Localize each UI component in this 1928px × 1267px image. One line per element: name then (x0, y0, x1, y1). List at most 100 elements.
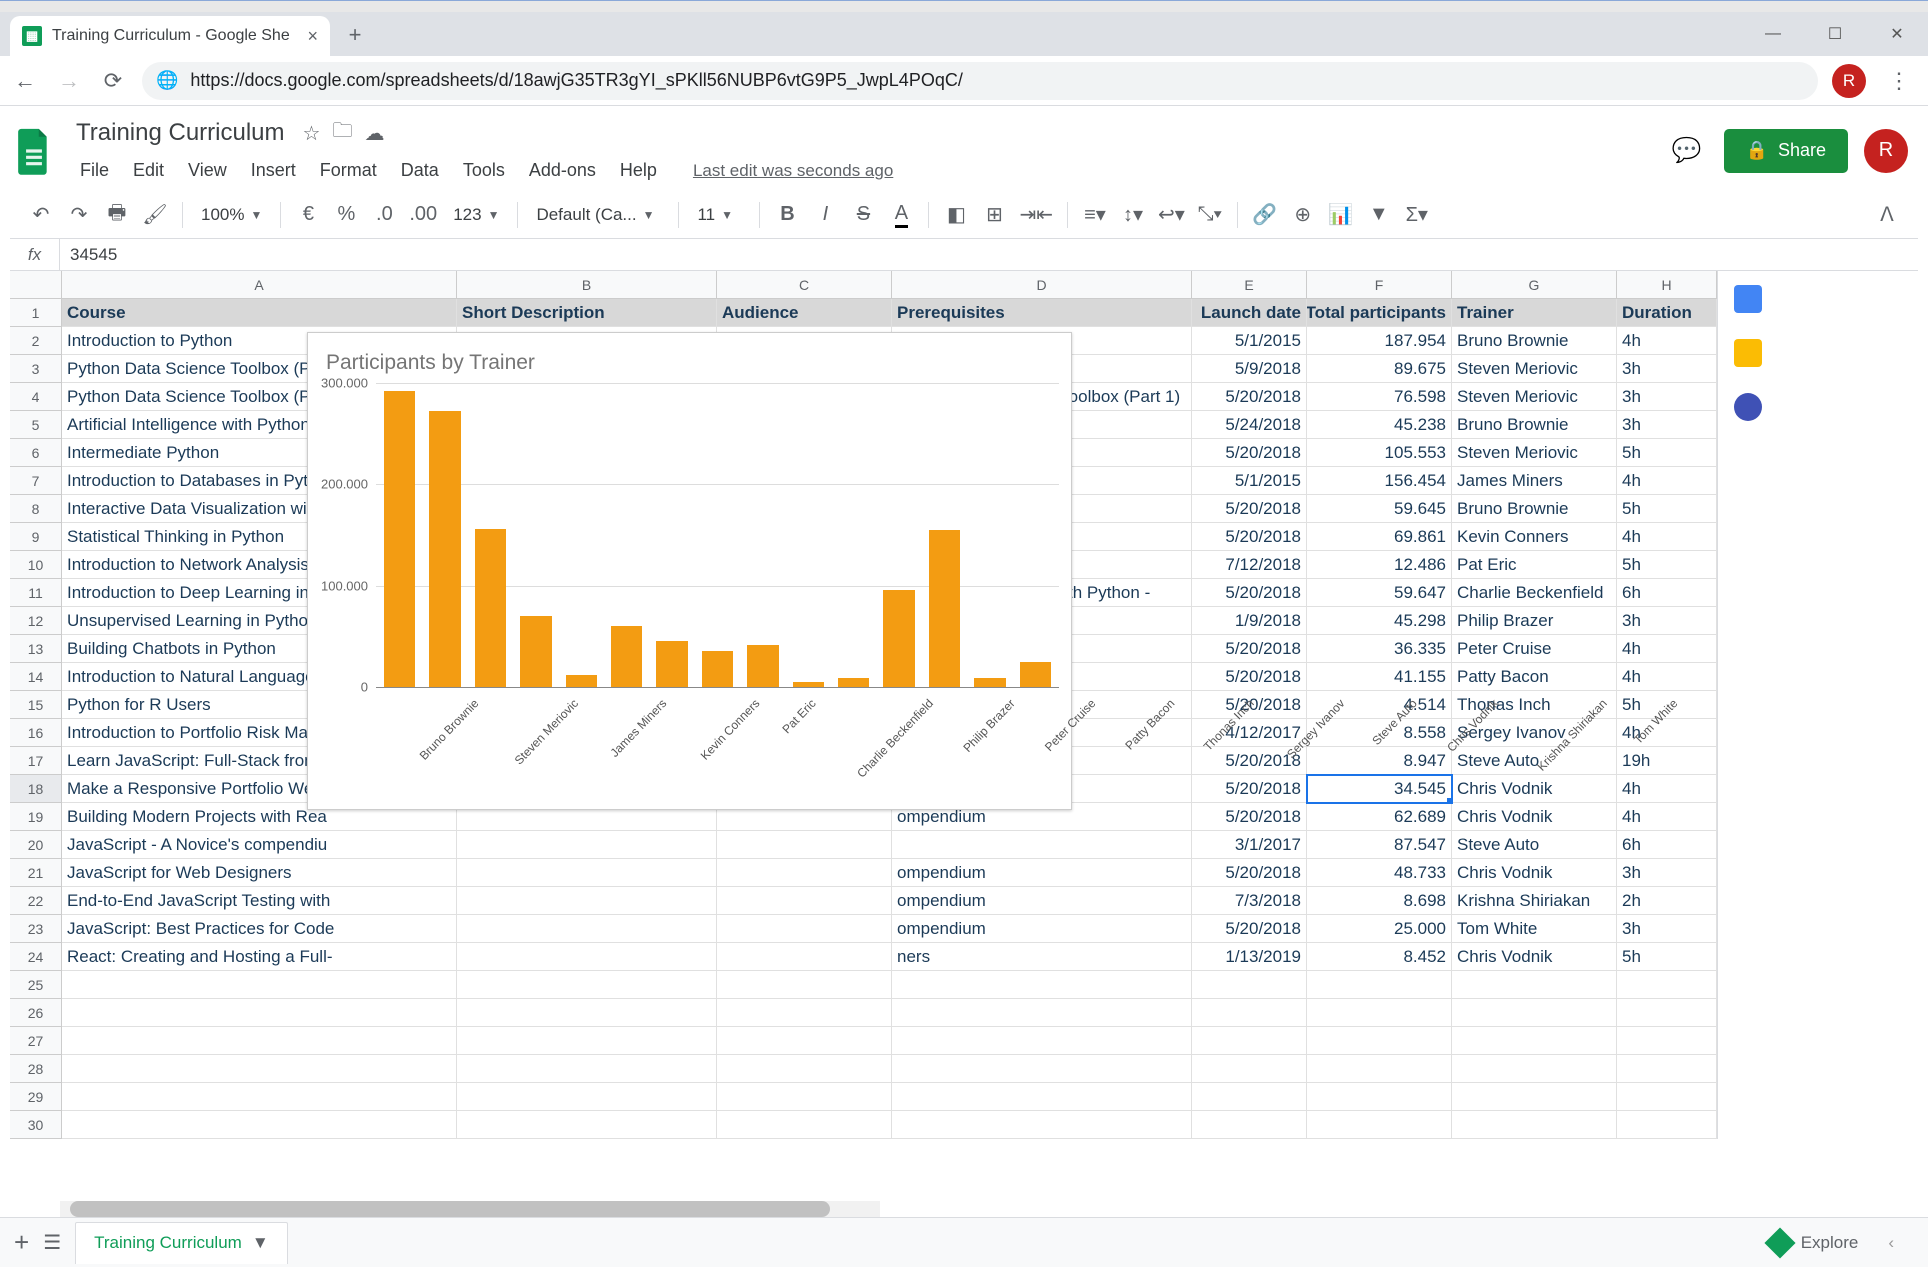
cell[interactable] (62, 999, 457, 1027)
strike-button[interactable]: S (846, 198, 880, 232)
sheet-tab-active[interactable]: Training Curriculum▼ (75, 1222, 288, 1264)
row-head[interactable]: 3 (10, 355, 62, 383)
cell[interactable] (892, 831, 1192, 859)
cell[interactable] (717, 831, 892, 859)
cell[interactable]: React: Creating and Hosting a Full- (62, 943, 457, 971)
row-head[interactable]: 20 (10, 831, 62, 859)
sheets-home-icon[interactable] (10, 122, 58, 180)
header-cell[interactable]: Duration (1617, 299, 1717, 327)
row-head[interactable]: 10 (10, 551, 62, 579)
decrease-decimal-button[interactable]: .0 (367, 198, 401, 232)
cell[interactable]: 25.000 (1307, 915, 1452, 943)
cell[interactable] (1307, 1027, 1452, 1055)
cell[interactable]: 5h (1617, 551, 1717, 579)
cell[interactable]: ompendium (892, 887, 1192, 915)
chart-bar[interactable] (974, 678, 1005, 687)
cell[interactable] (1192, 971, 1307, 999)
link-button[interactable]: 🔗 (1248, 198, 1282, 232)
cell[interactable] (457, 943, 717, 971)
zoom-select[interactable]: 100%▼ (193, 205, 270, 225)
close-tab-icon[interactable]: × (307, 26, 318, 47)
cell[interactable] (1307, 1083, 1452, 1111)
row-head[interactable]: 4 (10, 383, 62, 411)
currency-button[interactable]: € (291, 198, 325, 232)
cell[interactable] (1452, 999, 1617, 1027)
cell[interactable] (1192, 1111, 1307, 1139)
chart-bar[interactable] (883, 590, 914, 687)
cell[interactable] (1307, 1055, 1452, 1083)
header-cell[interactable]: Trainer (1452, 299, 1617, 327)
cell[interactable] (62, 1055, 457, 1083)
menu-format[interactable]: Format (310, 156, 387, 185)
cell[interactable] (892, 971, 1192, 999)
col-head-C[interactable]: C (717, 271, 892, 299)
cell[interactable]: 12.486 (1307, 551, 1452, 579)
rotate-button[interactable]: ⤡▾ (1193, 198, 1227, 232)
cell[interactable]: 59.645 (1307, 495, 1452, 523)
cell[interactable] (457, 1055, 717, 1083)
cell[interactable] (1452, 1111, 1617, 1139)
chart-button[interactable]: 📊 (1324, 198, 1358, 232)
header-cell[interactable]: Short Description (457, 299, 717, 327)
cell[interactable]: 5h (1617, 439, 1717, 467)
cell[interactable] (717, 1083, 892, 1111)
row-head[interactable]: 11 (10, 579, 62, 607)
cell[interactable] (1617, 1055, 1717, 1083)
cell[interactable] (1192, 1027, 1307, 1055)
row-head[interactable]: 18 (10, 775, 62, 803)
bold-button[interactable]: B (770, 198, 804, 232)
row-head[interactable]: 27 (10, 1027, 62, 1055)
redo-button[interactable]: ↷ (62, 198, 96, 232)
cell[interactable] (892, 1083, 1192, 1111)
cell[interactable]: 41.155 (1307, 663, 1452, 691)
cell[interactable]: 5/20/2018 (1192, 915, 1307, 943)
cell[interactable]: JavaScript: Best Practices for Code (62, 915, 457, 943)
wrap-button[interactable]: ↩▾ (1154, 198, 1189, 232)
keep-addon-icon[interactable] (1734, 339, 1762, 367)
cell[interactable]: 76.598 (1307, 383, 1452, 411)
cell[interactable]: 4h (1617, 327, 1717, 355)
calendar-addon-icon[interactable] (1734, 285, 1762, 313)
comments-button[interactable]: 💬 (1666, 130, 1708, 172)
cell[interactable] (717, 943, 892, 971)
cell[interactable]: 5/20/2018 (1192, 859, 1307, 887)
row-head[interactable]: 15 (10, 691, 62, 719)
window-minimize-button[interactable]: — (1742, 12, 1804, 56)
share-button[interactable]: 🔒 Share (1724, 129, 1848, 173)
menu-edit[interactable]: Edit (123, 156, 174, 185)
add-sheet-button[interactable]: + (14, 1227, 29, 1258)
row-head[interactable]: 22 (10, 887, 62, 915)
row-head[interactable]: 25 (10, 971, 62, 999)
cell[interactable] (457, 859, 717, 887)
col-head-G[interactable]: G (1452, 271, 1617, 299)
window-maximize-button[interactable]: ☐ (1804, 12, 1866, 56)
chart-bar[interactable] (656, 641, 687, 687)
cell[interactable] (1307, 971, 1452, 999)
menu-tools[interactable]: Tools (453, 156, 515, 185)
row-head[interactable]: 12 (10, 607, 62, 635)
cell[interactable] (457, 971, 717, 999)
cell[interactable]: 8.947 (1307, 747, 1452, 775)
cell[interactable]: 2h (1617, 887, 1717, 915)
cell[interactable]: 5/1/2015 (1192, 467, 1307, 495)
cell[interactable]: 3/1/2017 (1192, 831, 1307, 859)
site-info-icon[interactable]: 🌐 (156, 70, 178, 91)
cell[interactable]: Charlie Beckenfield (1452, 579, 1617, 607)
cell[interactable] (892, 1111, 1192, 1139)
cell[interactable]: Steven Meriovic (1452, 383, 1617, 411)
cell[interactable] (1452, 971, 1617, 999)
cell[interactable]: 5/9/2018 (1192, 355, 1307, 383)
header-cell[interactable]: Total participants (1307, 299, 1452, 327)
chart-bar[interactable] (611, 626, 642, 687)
merge-button[interactable]: ⇥⇤ (1015, 198, 1057, 232)
cell[interactable]: 45.298 (1307, 607, 1452, 635)
cell[interactable]: 6h (1617, 831, 1717, 859)
cell[interactable]: 3h (1617, 355, 1717, 383)
cell[interactable]: Philip Brazer (1452, 607, 1617, 635)
browser-menu-button[interactable]: ⋮ (1880, 68, 1918, 94)
cell[interactable] (1452, 1083, 1617, 1111)
menu-help[interactable]: Help (610, 156, 667, 185)
text-color-button[interactable]: A (884, 198, 918, 232)
col-head-H[interactable]: H (1617, 271, 1717, 299)
cell[interactable]: 69.861 (1307, 523, 1452, 551)
